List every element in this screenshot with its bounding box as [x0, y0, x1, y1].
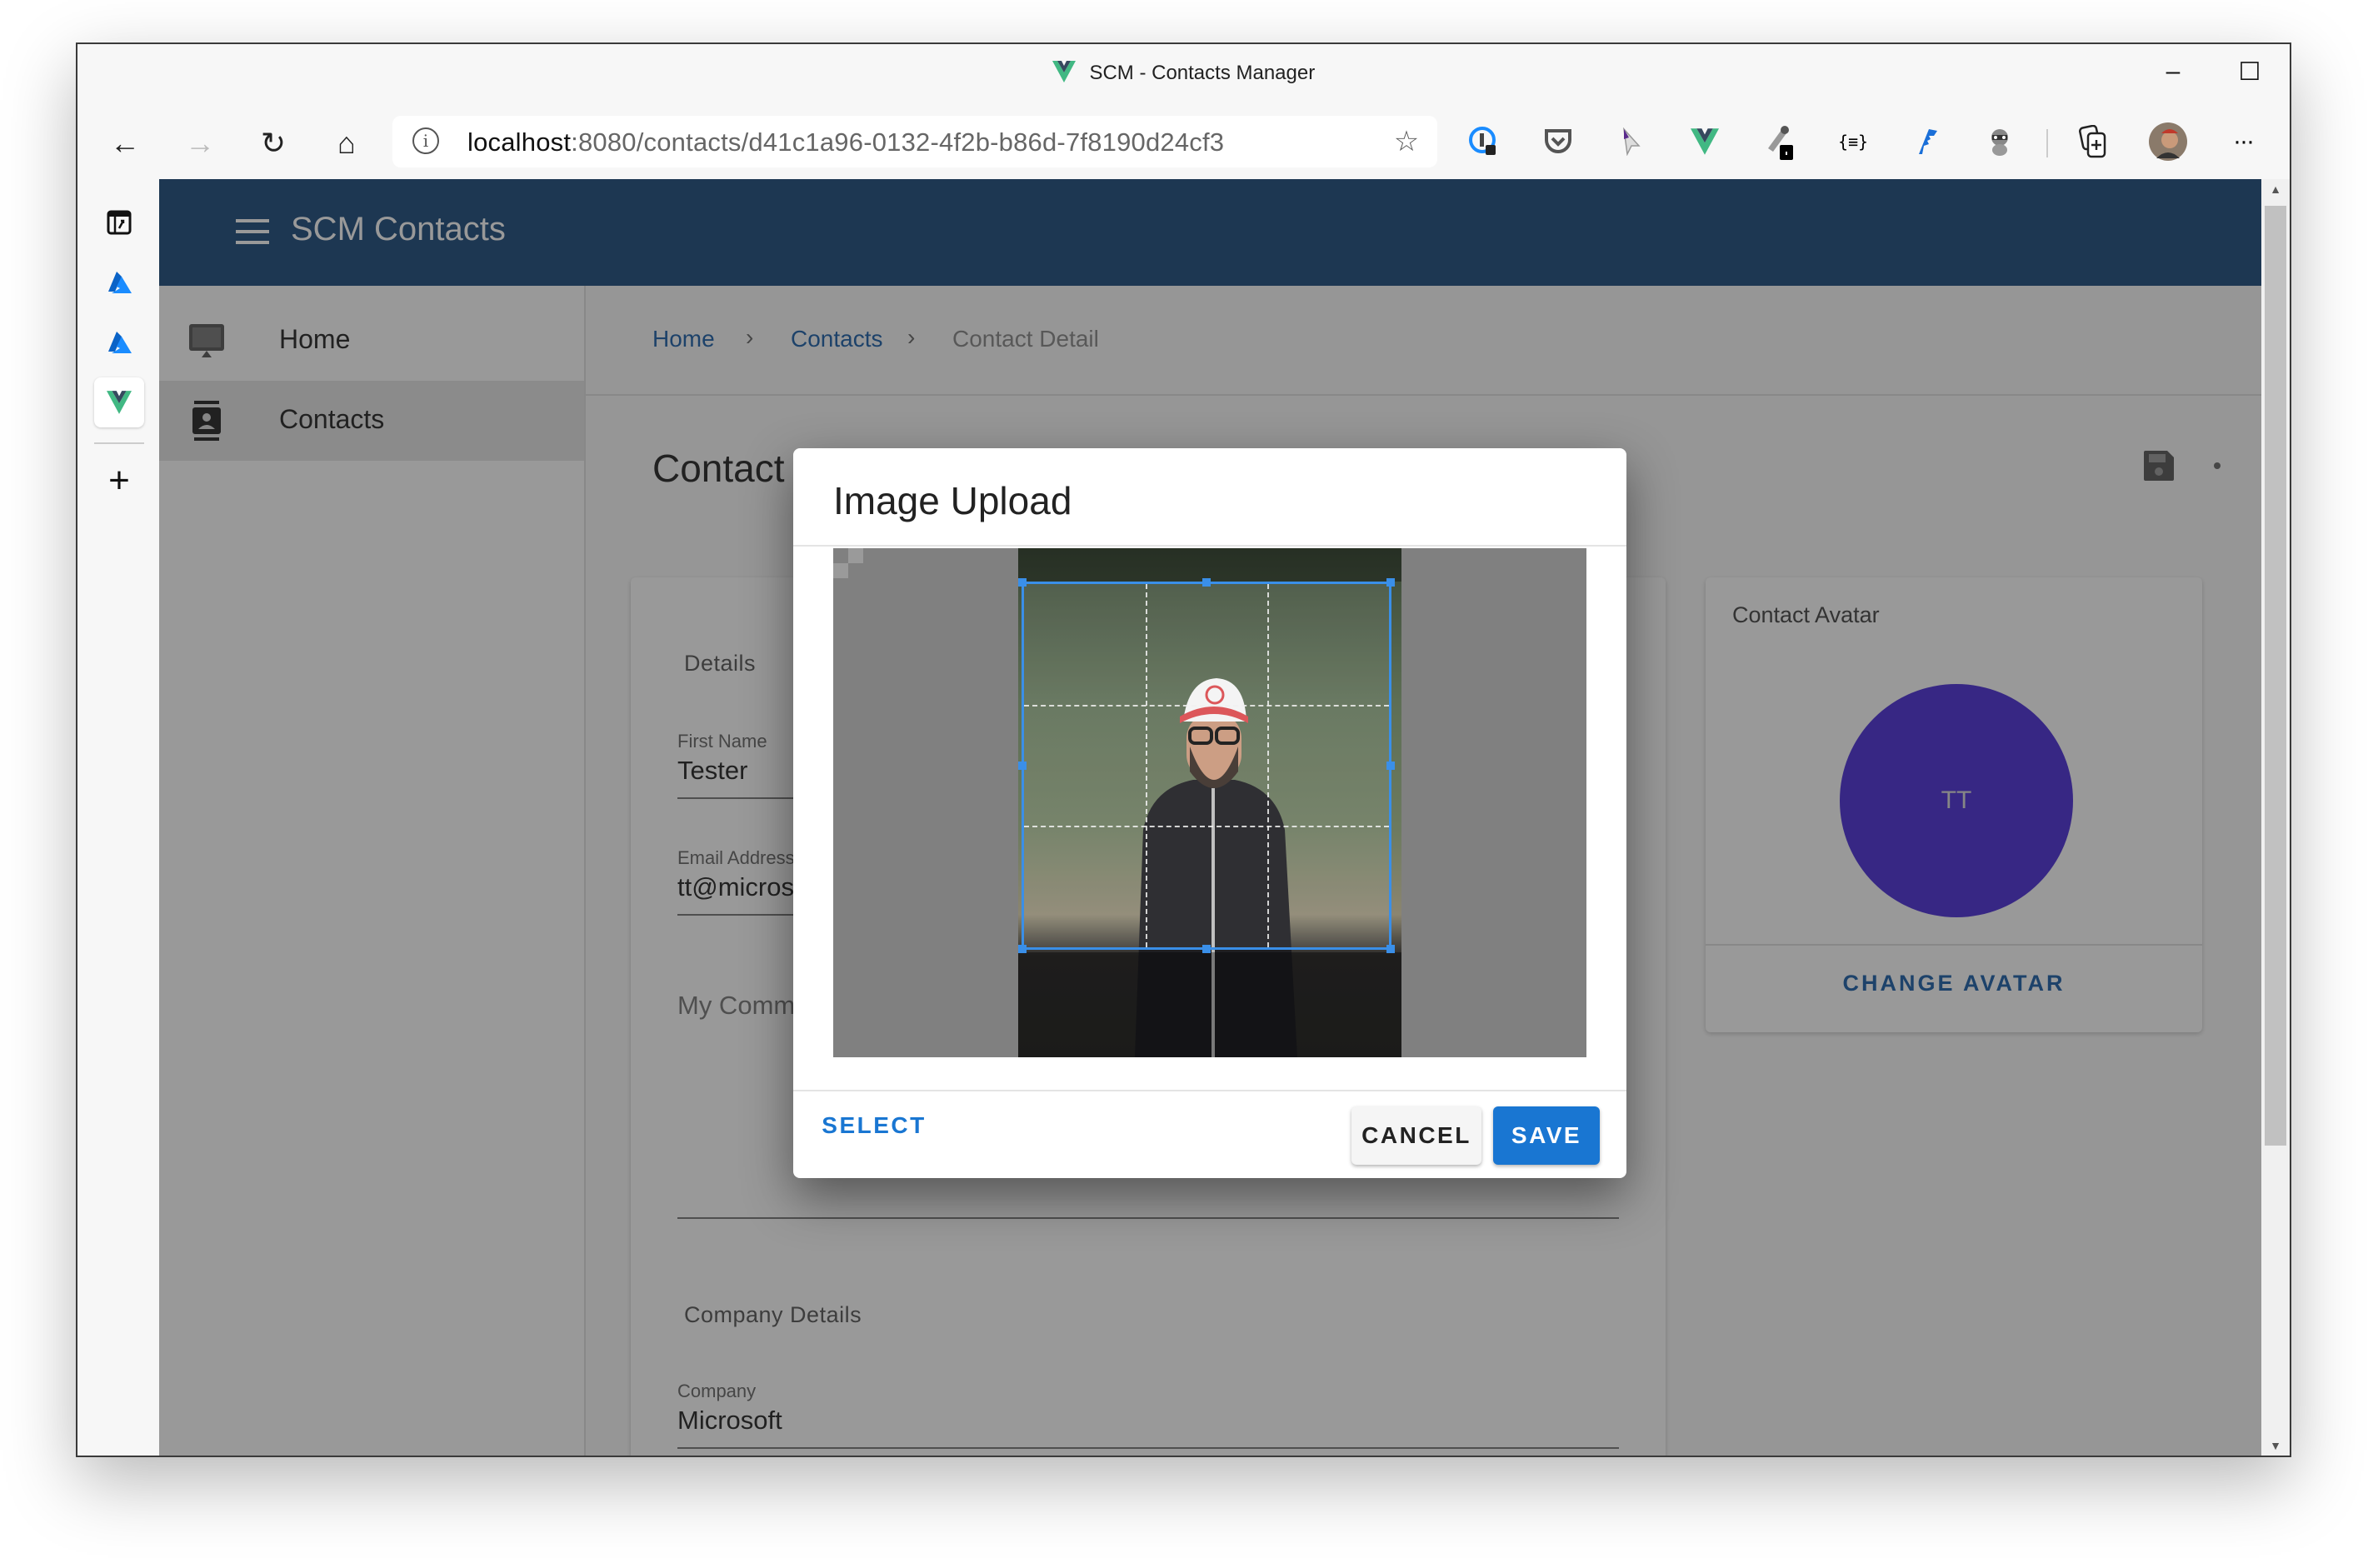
collections-icon[interactable]: [2072, 121, 2114, 162]
dialog-divider: [793, 545, 1626, 547]
add-favorite-icon[interactable]: ☆: [1389, 124, 1424, 159]
crop-selection[interactable]: [1018, 578, 1395, 953]
select-button[interactable]: SELECT: [820, 1096, 928, 1155]
crop-grid-line: [1145, 584, 1147, 947]
url-text[interactable]: localhost:8080/contacts/d41c1a96-0132-4f…: [467, 127, 1224, 157]
home-button[interactable]: ⌂: [326, 122, 367, 164]
scrollbar-thumb[interactable]: [2265, 206, 2286, 1146]
crop-handle-sw[interactable]: [1018, 945, 1027, 953]
image-upload-dialog: Image Upload SELECT CANCEL SAVE: [793, 448, 1626, 1178]
window-title-text: SCM - Contacts Manager: [1089, 62, 1316, 84]
save-button[interactable]: SAVE: [1493, 1106, 1600, 1165]
azure-icon[interactable]: [94, 317, 144, 367]
scroll-up-icon[interactable]: ▲: [2261, 179, 2290, 199]
crop-handle-s[interactable]: [1202, 945, 1211, 953]
pocket-icon[interactable]: [1537, 121, 1579, 162]
crop-grid-line: [1024, 705, 1389, 707]
profile-avatar[interactable]: [2147, 121, 2189, 162]
edit-icon[interactable]: [1906, 121, 1947, 162]
vue-logo-icon: [1052, 61, 1076, 82]
crop-grid-line: [1266, 584, 1269, 947]
vue-devtools-icon[interactable]: [1684, 121, 1726, 162]
close-button[interactable]: X: [2289, 51, 2290, 92]
sidebar-separator: [94, 442, 144, 444]
dialog-footer-divider: [793, 1090, 1626, 1091]
forward-button[interactable]: →: [179, 122, 221, 164]
maximize-button[interactable]: ☐: [2212, 51, 2287, 92]
json-formatter-icon[interactable]: {≡}: [1832, 121, 1874, 162]
scroll-down-icon[interactable]: ▼: [2261, 1436, 2290, 1456]
image-cropper[interactable]: [833, 548, 1586, 1057]
url-host: localhost: [467, 127, 572, 157]
page-scrollbar[interactable]: ▲ ▼: [2261, 179, 2290, 1456]
cancel-button[interactable]: CANCEL: [1351, 1106, 1481, 1165]
site-info-icon[interactable]: i: [412, 127, 439, 154]
minimize-button[interactable]: –: [2136, 51, 2211, 92]
back-button[interactable]: ←: [104, 122, 146, 164]
crop-handle-ne[interactable]: [1386, 578, 1395, 587]
address-bar[interactable]: i localhost:8080/contacts/d41c1a96-0132-…: [392, 116, 1437, 167]
crop-handle-se[interactable]: [1386, 945, 1395, 953]
raccoon-icon[interactable]: [1979, 121, 2021, 162]
dialog-title: Image Upload: [833, 479, 1072, 522]
cursor-icon[interactable]: [1611, 121, 1652, 162]
checker-pattern: [833, 548, 863, 578]
azure-icon[interactable]: [94, 257, 144, 307]
crop-handle-n[interactable]: [1202, 578, 1211, 587]
crop-mask-top: [1018, 548, 1401, 582]
more-menu-icon[interactable]: ···: [2222, 121, 2264, 162]
window-title: SCM - Contacts Manager: [77, 61, 2290, 85]
crop-handle-w[interactable]: [1018, 762, 1027, 770]
eyedropper-icon[interactable]: [1759, 121, 1801, 162]
toolbar-separator: [2046, 129, 2048, 157]
edge-sidebar: +: [77, 179, 159, 1456]
add-icon[interactable]: +: [94, 456, 144, 506]
password-manager-icon[interactable]: [1463, 121, 1505, 162]
crop-handle-nw[interactable]: [1018, 578, 1027, 587]
title-bar: SCM - Contacts Manager – ☐ X: [77, 44, 2290, 104]
browser-toolbar: ← → ↻ ⌂ i localhost:8080/contacts/d41c1a…: [77, 104, 2290, 179]
crop-grid-line: [1024, 826, 1389, 828]
tab-actions-icon[interactable]: [94, 197, 144, 247]
refresh-button[interactable]: ↻: [252, 122, 294, 164]
crop-mask-bottom: [1018, 952, 1401, 1057]
crop-handle-e[interactable]: [1386, 762, 1395, 770]
url-path: :8080/contacts/d41c1a96-0132-4f2b-b86d-7…: [571, 127, 1225, 157]
vue-icon[interactable]: [94, 377, 144, 427]
